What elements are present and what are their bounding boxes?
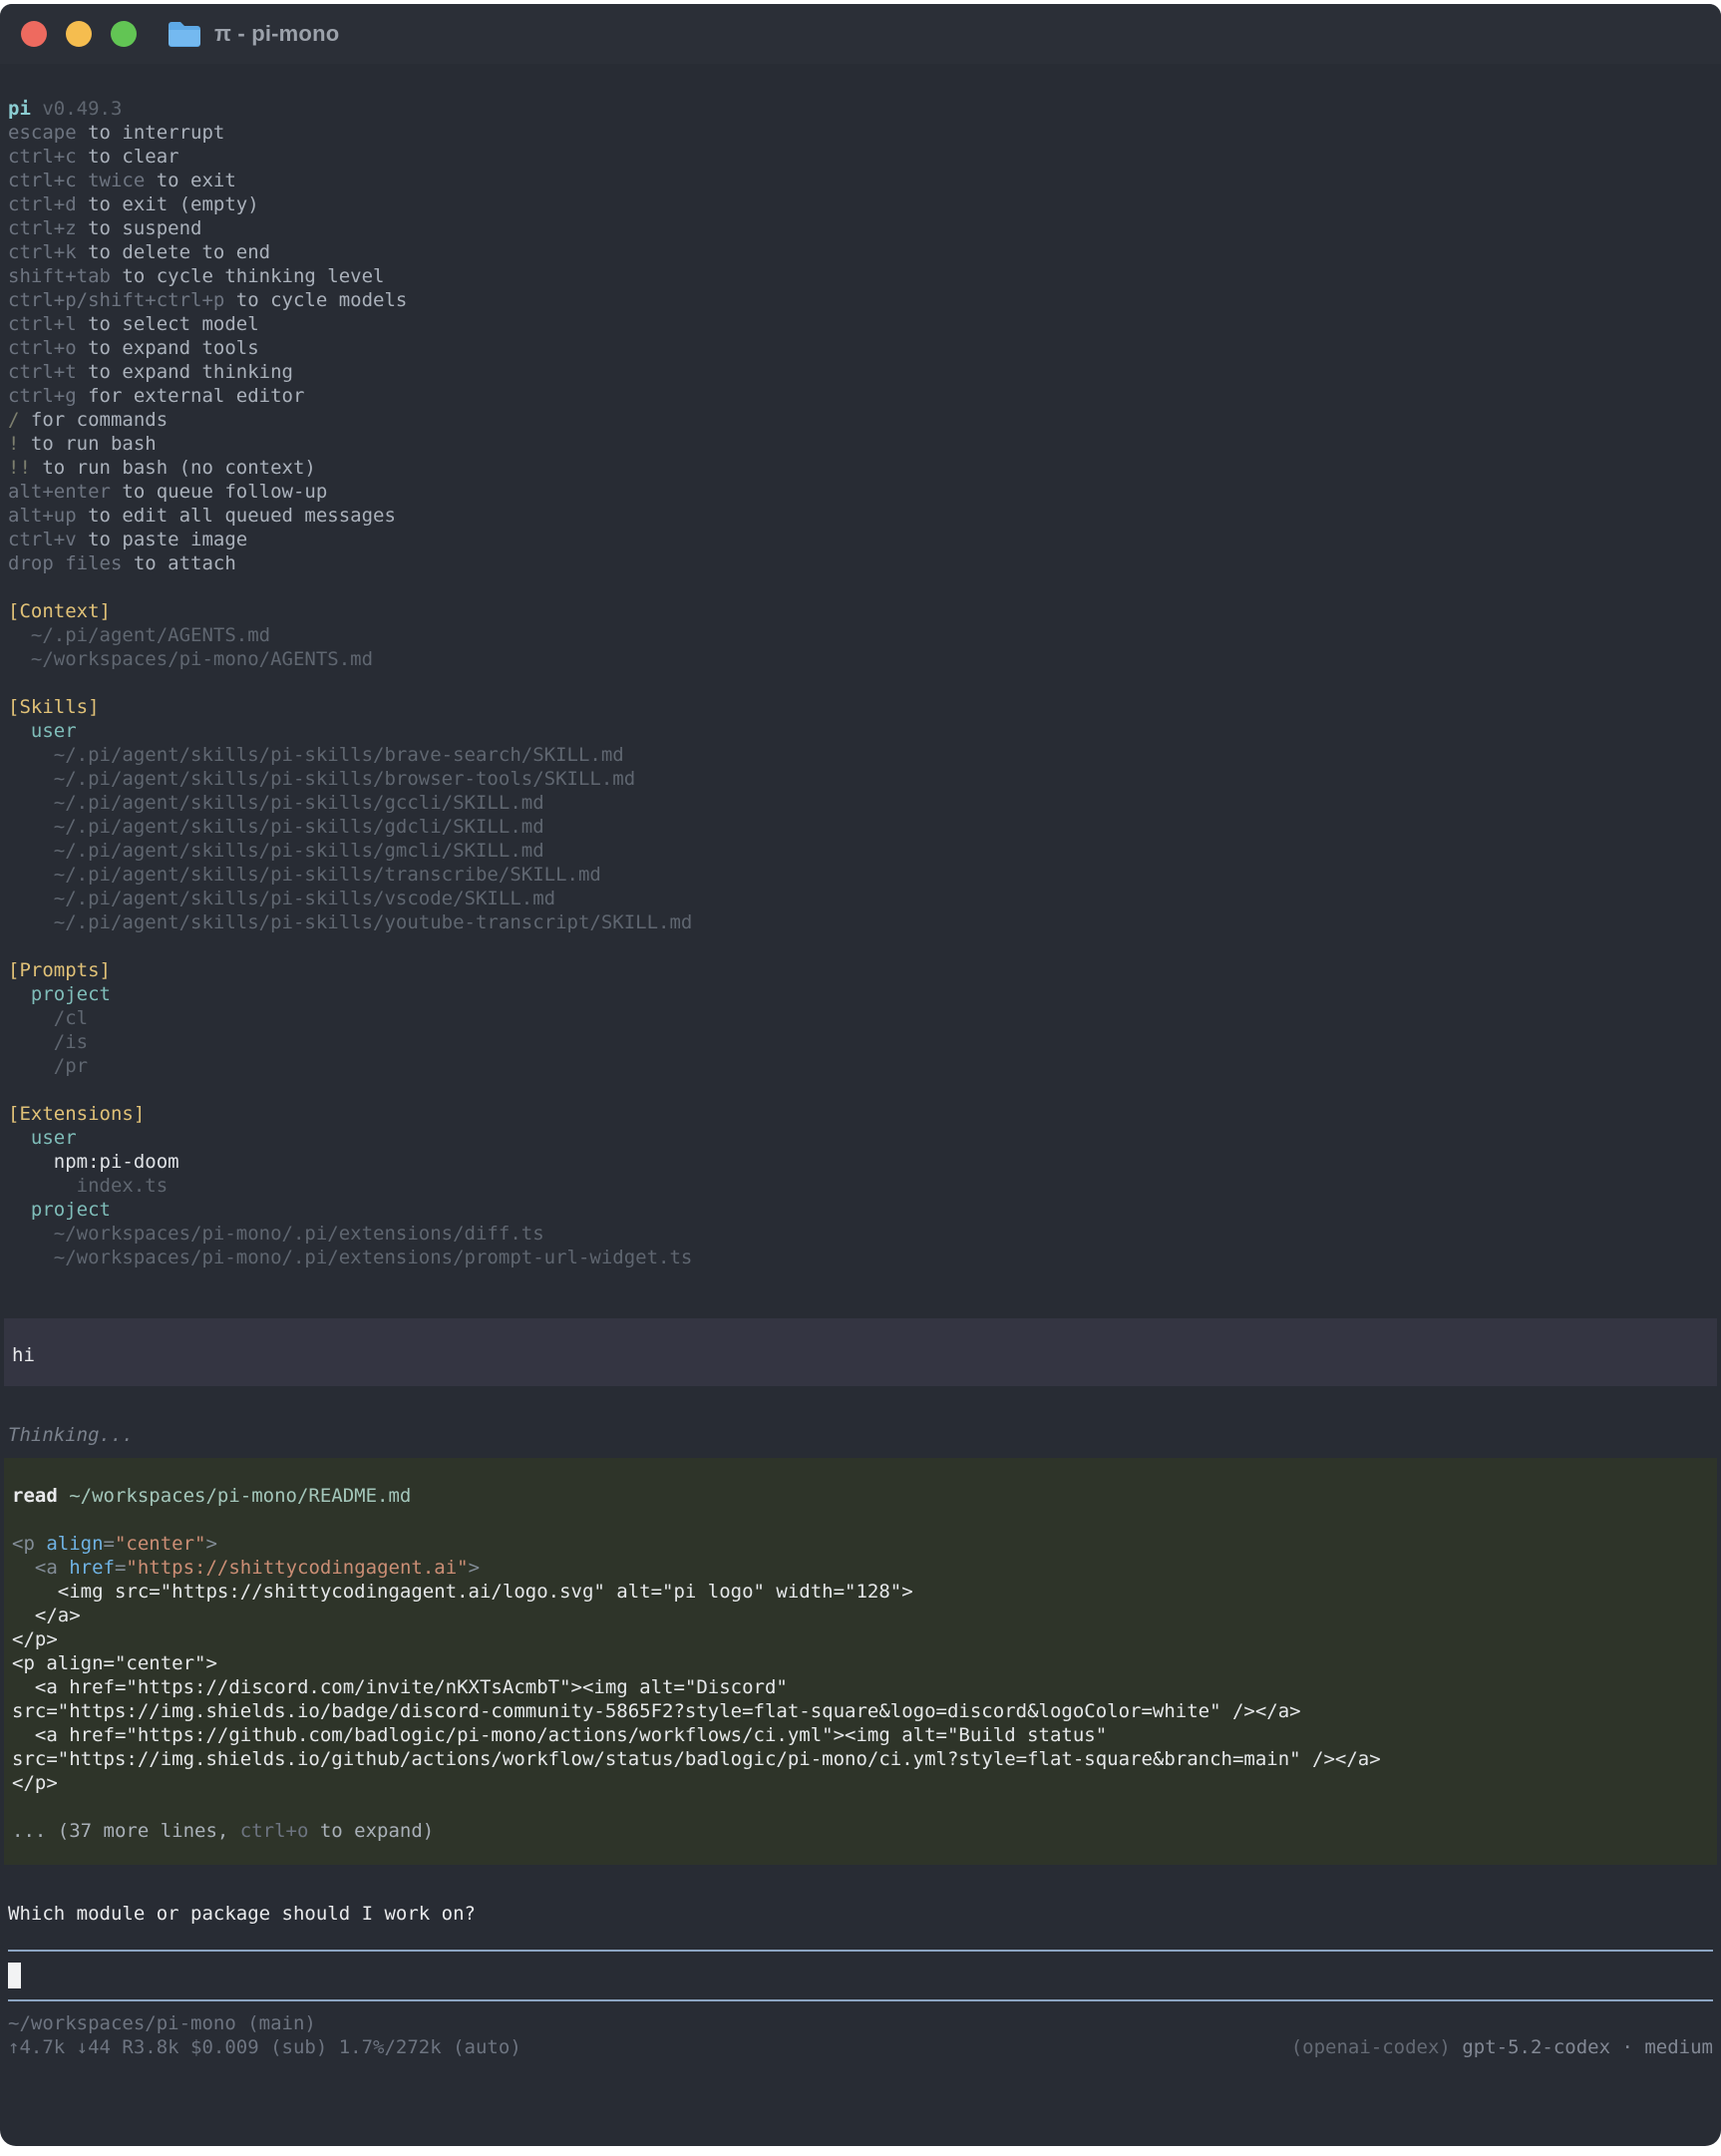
terminal-line bbox=[12, 1508, 1709, 1532]
assistant-message: Which module or package should I work on… bbox=[8, 1902, 1713, 1926]
terminal-line: ctrl+t to expand thinking bbox=[8, 360, 1713, 384]
terminal-line: alt+up to edit all queued messages bbox=[8, 504, 1713, 528]
terminal-line: escape to interrupt bbox=[8, 121, 1713, 145]
terminal-line bbox=[12, 1795, 1709, 1819]
status-token-stats: ↑4.7k ↓44 R3.8k $0.009 (sub) 1.7%/272k (… bbox=[8, 2035, 521, 2059]
terminal-line: [Extensions] bbox=[8, 1102, 1713, 1126]
terminal-line: ~/.pi/agent/skills/pi-skills/gmcli/SKILL… bbox=[8, 839, 1713, 863]
status-cwd: ~/workspaces/pi-mono (main) bbox=[8, 2011, 1713, 2035]
terminal-line: ~/workspaces/pi-mono/.pi/extensions/diff… bbox=[8, 1222, 1713, 1246]
text-cursor bbox=[8, 1963, 21, 1988]
terminal-line: project bbox=[8, 1198, 1713, 1222]
terminal-line: ctrl+d to exit (empty) bbox=[8, 192, 1713, 216]
terminal-line: [Context] bbox=[8, 599, 1713, 623]
terminal-line bbox=[8, 934, 1713, 958]
terminal-line: ! to run bash bbox=[8, 432, 1713, 456]
terminal-line: ~/.pi/agent/AGENTS.md bbox=[8, 623, 1713, 647]
terminal-line: /is bbox=[8, 1030, 1713, 1054]
status-bar: ~/workspaces/pi-mono (main) ↑4.7k ↓44 R3… bbox=[8, 2011, 1713, 2059]
terminal-line: npm:pi-doom bbox=[8, 1150, 1713, 1174]
terminal-line: user bbox=[8, 719, 1713, 743]
terminal-line: ~/.pi/agent/skills/pi-skills/gdcli/SKILL… bbox=[8, 815, 1713, 839]
terminal-line: </p> bbox=[12, 1627, 1709, 1651]
terminal-line: ctrl+c twice to exit bbox=[8, 169, 1713, 192]
terminal-line: pi v0.49.3 bbox=[8, 97, 1713, 121]
terminal-line: ctrl+p/shift+ctrl+p to cycle models bbox=[8, 288, 1713, 312]
user-message-text: hi bbox=[12, 1343, 1709, 1367]
window-title: π - pi-mono bbox=[214, 21, 339, 47]
terminal-line: user bbox=[8, 1126, 1713, 1150]
terminal-line bbox=[8, 1078, 1713, 1102]
read-tool-call: read ~/workspaces/pi-mono/README.md <p a… bbox=[4, 1458, 1717, 1865]
terminal-window: π - pi-mono pi v0.49.3escape to interrup… bbox=[0, 4, 1721, 2146]
terminal-line: ctrl+g for external editor bbox=[8, 384, 1713, 408]
terminal-line: drop files to attach bbox=[8, 551, 1713, 575]
zoom-button[interactable] bbox=[111, 21, 137, 47]
minimize-button[interactable] bbox=[66, 21, 92, 47]
terminal-line: ctrl+z to suspend bbox=[8, 216, 1713, 240]
prompt-input[interactable] bbox=[8, 1950, 1713, 2001]
terminal-line: ctrl+k to delete to end bbox=[8, 240, 1713, 264]
terminal-line bbox=[8, 671, 1713, 695]
terminal-line: ~/workspaces/pi-mono/AGENTS.md bbox=[8, 647, 1713, 671]
terminal-line: project bbox=[8, 982, 1713, 1006]
terminal-line: [Skills] bbox=[8, 695, 1713, 719]
terminal-line: ~/.pi/agent/skills/pi-skills/transcribe/… bbox=[8, 863, 1713, 887]
terminal-line: /cl bbox=[8, 1006, 1713, 1030]
terminal-line: </p> bbox=[12, 1771, 1709, 1795]
terminal-line: ~/.pi/agent/skills/pi-skills/vscode/SKIL… bbox=[8, 887, 1713, 910]
terminal-line: ctrl+v to paste image bbox=[8, 528, 1713, 551]
terminal-content: pi v0.49.3escape to interruptctrl+c to c… bbox=[0, 97, 1721, 2059]
terminal-line: <img src="https://shittycodingagent.ai/l… bbox=[12, 1580, 1709, 1604]
terminal-line: ~/.pi/agent/skills/pi-skills/youtube-tra… bbox=[8, 910, 1713, 934]
terminal-line: </a> bbox=[12, 1604, 1709, 1627]
terminal-line: ~/.pi/agent/skills/pi-skills/browser-too… bbox=[8, 767, 1713, 791]
startup-info: pi v0.49.3escape to interruptctrl+c to c… bbox=[8, 97, 1713, 1269]
terminal-line: read ~/workspaces/pi-mono/README.md bbox=[12, 1484, 1709, 1508]
status-model: (openai-codex) gpt-5.2-codex · medium bbox=[1291, 2035, 1713, 2059]
terminal-line: [Prompts] bbox=[8, 958, 1713, 982]
terminal-line: ctrl+l to select model bbox=[8, 312, 1713, 336]
terminal-line: <a href="https://shittycodingagent.ai"> bbox=[12, 1556, 1709, 1580]
terminal-line bbox=[8, 575, 1713, 599]
terminal-line: ... (37 more lines, ctrl+o to expand) bbox=[12, 1819, 1709, 1843]
terminal-line: ~/workspaces/pi-mono/.pi/extensions/prom… bbox=[8, 1246, 1713, 1269]
terminal-line: / for commands bbox=[8, 408, 1713, 432]
terminal-line: <a href="https://github.com/badlogic/pi-… bbox=[12, 1723, 1709, 1747]
status-provider: (openai-codex) bbox=[1291, 2036, 1451, 2058]
terminal-line: index.ts bbox=[8, 1174, 1713, 1198]
terminal-line: ~/.pi/agent/skills/pi-skills/brave-searc… bbox=[8, 743, 1713, 767]
terminal-line: alt+enter to queue follow-up bbox=[8, 480, 1713, 504]
terminal-line: !! to run bash (no context) bbox=[8, 456, 1713, 480]
thinking-indicator: Thinking... bbox=[8, 1423, 1713, 1447]
terminal-line: <p align="center"> bbox=[12, 1651, 1709, 1675]
terminal-line: <a href="https://discord.com/invite/nKXT… bbox=[12, 1675, 1709, 1699]
user-message: hi bbox=[4, 1318, 1717, 1386]
close-button[interactable] bbox=[21, 21, 47, 47]
terminal-line: shift+tab to cycle thinking level bbox=[8, 264, 1713, 288]
folder-icon bbox=[167, 19, 202, 49]
terminal-line: ctrl+o to expand tools bbox=[8, 336, 1713, 360]
terminal-line: ctrl+c to clear bbox=[8, 145, 1713, 169]
terminal-line: /pr bbox=[8, 1054, 1713, 1078]
terminal-line: <p align="center"> bbox=[12, 1532, 1709, 1556]
status-model-label: gpt-5.2-codex · medium bbox=[1462, 2036, 1713, 2058]
title-bar: π - pi-mono bbox=[0, 4, 1721, 64]
terminal-line: ~/.pi/agent/skills/pi-skills/gccli/SKILL… bbox=[8, 791, 1713, 815]
terminal-line: src="https://img.shields.io/badge/discor… bbox=[12, 1699, 1709, 1723]
status-model-name bbox=[1451, 2036, 1462, 2058]
terminal-line: src="https://img.shields.io/github/actio… bbox=[12, 1747, 1709, 1771]
